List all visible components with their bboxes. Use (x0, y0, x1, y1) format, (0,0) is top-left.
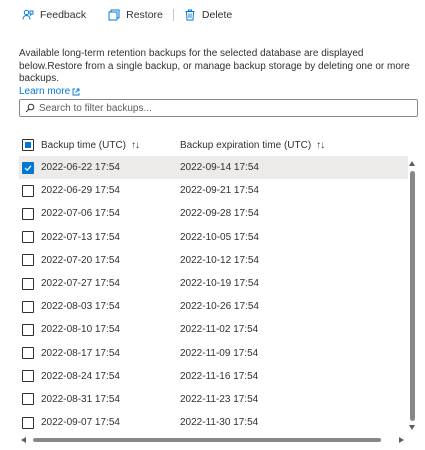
learn-more-link[interactable]: Learn more (19, 86, 80, 99)
table-row[interactable]: 2022-07-06 17:54 2022-09-28 17:54 (19, 202, 408, 225)
table-body: 2022-06-22 17:54 2022-09-14 17:54 2022-06-… (19, 156, 408, 434)
row-checkbox[interactable] (22, 300, 34, 313)
scroll-down-icon[interactable] (409, 425, 415, 430)
backup-time-cell: 2022-09-07 17:54 (41, 417, 120, 429)
restore-icon (108, 9, 120, 21)
expiration-time-cell: 2022-09-28 17:54 (180, 208, 259, 220)
toolbar: Feedback Restore Delete (22, 6, 232, 24)
toolbar-divider (172, 9, 174, 21)
expiration-time-cell: 2022-10-26 17:54 (180, 301, 259, 313)
learn-more-label: Learn more (19, 85, 71, 97)
table-row[interactable]: 2022-08-17 17:54 2022-11-09 17:54 (19, 342, 408, 365)
table-row[interactable]: 2022-07-13 17:54 2022-10-05 17:54 (19, 226, 408, 249)
scroll-right-icon[interactable] (399, 437, 404, 443)
row-checkbox[interactable] (22, 416, 34, 429)
row-checkbox[interactable] (22, 184, 34, 197)
description-text: Available long-term retention backups fo… (19, 48, 410, 84)
sort-icon[interactable]: ↑↓ (131, 140, 140, 151)
backup-time-cell: 2022-08-24 17:54 (41, 370, 120, 382)
table-row[interactable]: 2022-07-20 17:54 2022-10-12 17:54 (19, 249, 408, 272)
table-row[interactable]: 2022-08-31 17:54 2022-11-23 17:54 (19, 388, 408, 411)
expiration-time-cell: 2022-09-14 17:54 (180, 162, 259, 174)
backup-time-cell: 2022-08-31 17:54 (41, 393, 120, 405)
delete-button[interactable]: Delete (184, 9, 232, 21)
trash-icon (185, 9, 195, 21)
backup-time-cell: 2022-07-13 17:54 (41, 231, 120, 243)
search-icon (25, 103, 35, 113)
column-header-expiration-time[interactable]: Backup expiration time (UTC) (180, 140, 311, 151)
description: Available long-term retention backups fo… (19, 48, 414, 98)
backup-time-cell: 2022-08-10 17:54 (41, 324, 120, 336)
backup-time-cell: 2022-06-22 17:54 (41, 162, 120, 174)
expiration-time-cell: 2022-11-23 17:54 (180, 393, 259, 405)
row-checkbox[interactable] (22, 231, 34, 244)
expiration-time-cell: 2022-11-02 17:54 (180, 324, 259, 336)
restore-label: Restore (126, 9, 163, 21)
backup-time-cell: 2022-07-27 17:54 (41, 278, 120, 290)
backup-time-cell: 2022-08-17 17:54 (41, 347, 120, 359)
expiration-time-cell: 2022-10-05 17:54 (180, 231, 259, 243)
backups-table: Backup time (UTC) ↑↓ Backup expiration t… (19, 134, 408, 434)
table-row[interactable]: 2022-07-27 17:54 2022-10-19 17:54 (19, 272, 408, 295)
scroll-thumb[interactable] (410, 171, 415, 421)
feedback-icon (22, 9, 34, 20)
row-checkbox[interactable] (22, 254, 34, 267)
search-input[interactable] (39, 102, 417, 114)
scroll-thumb-horizontal[interactable] (33, 438, 381, 442)
select-all-checkbox[interactable] (22, 139, 34, 151)
table-row[interactable]: 2022-08-10 17:54 2022-11-02 17:54 (19, 318, 408, 341)
expiration-time-cell: 2022-09-21 17:54 (180, 185, 259, 197)
external-link-icon (72, 88, 80, 96)
table-row[interactable]: 2022-08-24 17:54 2022-11-16 17:54 (19, 365, 408, 388)
row-checkbox[interactable] (22, 323, 34, 336)
backup-time-cell: 2022-06-29 17:54 (41, 185, 120, 197)
expiration-time-cell: 2022-11-09 17:54 (180, 347, 259, 359)
vertical-scrollbar[interactable] (408, 159, 418, 434)
row-checkbox[interactable] (22, 161, 34, 174)
row-checkbox[interactable] (22, 370, 34, 383)
table-row[interactable]: 2022-08-03 17:54 2022-10-26 17:54 (19, 295, 408, 318)
feedback-label: Feedback (40, 9, 87, 21)
search-box[interactable] (19, 99, 418, 117)
row-checkbox[interactable] (22, 393, 34, 406)
row-checkbox[interactable] (22, 347, 34, 360)
column-header-backup-time[interactable]: Backup time (UTC) (41, 140, 126, 151)
checkmark-icon (24, 165, 32, 171)
restore-button[interactable]: Restore (108, 9, 163, 21)
feedback-button[interactable]: Feedback (22, 9, 86, 21)
table-row[interactable]: 2022-06-29 17:54 2022-09-21 17:54 (19, 179, 408, 202)
expiration-time-cell: 2022-10-19 17:54 (180, 278, 259, 290)
sort-icon[interactable]: ↑↓ (316, 140, 325, 151)
expiration-time-cell: 2022-11-16 17:54 (180, 370, 259, 382)
backup-time-cell: 2022-08-03 17:54 (41, 301, 120, 313)
table-header: Backup time (UTC) ↑↓ Backup expiration t… (19, 134, 408, 156)
table-row[interactable]: 2022-06-22 17:54 2022-09-14 17:54 (19, 156, 408, 180)
scroll-left-icon[interactable] (21, 437, 26, 443)
delete-label: Delete (201, 9, 233, 21)
expiration-time-cell: 2022-11-30 17:54 (180, 417, 259, 429)
row-checkbox[interactable] (22, 207, 34, 220)
row-checkbox[interactable] (22, 277, 34, 290)
table-row[interactable]: 2022-09-07 17:54 2022-11-30 17:54 (19, 411, 408, 434)
backup-time-cell: 2022-07-20 17:54 (41, 254, 120, 266)
backup-time-cell: 2022-07-06 17:54 (41, 208, 120, 220)
scroll-up-icon[interactable] (409, 161, 415, 166)
expiration-time-cell: 2022-10-12 17:54 (180, 254, 259, 266)
horizontal-scrollbar[interactable] (19, 435, 408, 445)
